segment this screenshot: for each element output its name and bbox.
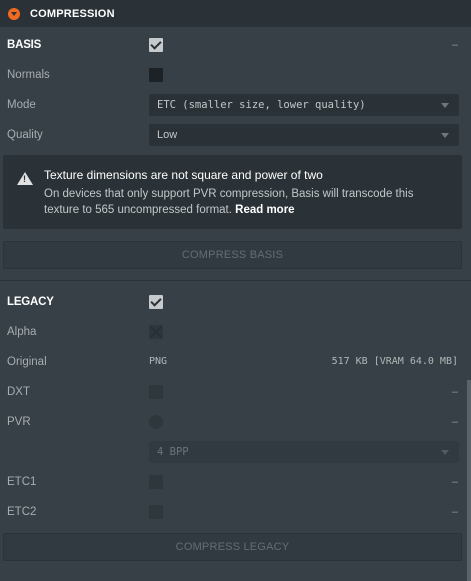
pvr-bpp-row: 4 BPP	[0, 437, 464, 467]
quality-label: Quality	[7, 129, 43, 141]
original-size: 517 KB [VRAM 64.0 MB]	[331, 356, 458, 367]
dxt-row: DXT –	[0, 377, 464, 407]
etc1-value: –	[451, 476, 458, 488]
quality-value: Low	[157, 129, 178, 141]
warning-icon	[17, 172, 33, 185]
pvr-value: –	[451, 416, 458, 428]
texture-warning: Texture dimensions are not square and po…	[3, 155, 462, 229]
alpha-label: Alpha	[7, 326, 37, 338]
quality-select[interactable]: Low	[149, 124, 459, 146]
basis-collapse-dash[interactable]: –	[452, 30, 458, 60]
pvr-row: PVR –	[0, 407, 464, 437]
dxt-value: –	[451, 386, 458, 398]
legacy-label: LEGACY	[7, 296, 54, 308]
compress-legacy-button[interactable]: COMPRESS LEGACY	[3, 533, 462, 561]
section-divider	[0, 280, 471, 281]
read-more-link[interactable]: Read more	[235, 204, 294, 216]
compress-basis-button[interactable]: COMPRESS BASIS	[3, 241, 462, 269]
alpha-row: Alpha	[0, 317, 464, 347]
original-label: Original	[7, 356, 47, 368]
normals-checkbox[interactable]	[149, 68, 163, 82]
legacy-checkbox[interactable]	[149, 295, 163, 309]
mode-row: Mode ETC (smaller size, lower quality)	[0, 90, 464, 120]
compression-header[interactable]: COMPRESSION	[0, 0, 471, 27]
normals-row: Normals	[0, 60, 464, 90]
etc2-label: ETC2	[7, 506, 37, 518]
pvr-label: PVR	[7, 416, 31, 428]
etc2-row: ETC2 –	[0, 497, 464, 527]
basis-row: BASIS –	[0, 30, 464, 60]
panel-title: COMPRESSION	[30, 7, 115, 20]
alpha-checkbox[interactable]	[149, 325, 163, 339]
mode-value: ETC (smaller size, lower quality)	[157, 99, 366, 111]
chevron-down-icon	[441, 450, 449, 455]
etc1-label: ETC1	[7, 476, 37, 488]
dxt-checkbox[interactable]	[149, 385, 163, 399]
original-row: Original PNG 517 KB [VRAM 64.0 MB]	[0, 347, 464, 377]
chevron-down-icon	[441, 133, 449, 138]
mode-select[interactable]: ETC (smaller size, lower quality)	[149, 94, 459, 116]
warning-text: On devices that only support PVR compres…	[44, 188, 414, 216]
pvr-bpp-select[interactable]: 4 BPP	[149, 441, 459, 463]
mode-label: Mode	[7, 99, 36, 111]
etc2-checkbox[interactable]	[149, 505, 163, 519]
warning-title: Texture dimensions are not square and po…	[44, 168, 323, 182]
etc2-value: –	[451, 506, 458, 518]
warning-body: On devices that only support PVR compres…	[44, 186, 444, 218]
scrollbar[interactable]	[467, 380, 471, 581]
basis-label: BASIS	[7, 39, 42, 51]
legacy-row: LEGACY	[0, 287, 464, 317]
normals-label: Normals	[7, 69, 50, 81]
etc1-checkbox[interactable]	[149, 475, 163, 489]
chevron-down-icon	[441, 103, 449, 108]
pvr-checkbox[interactable]	[149, 415, 163, 429]
quality-row: Quality Low	[0, 120, 464, 150]
pvr-bpp-value: 4 BPP	[157, 446, 189, 458]
original-format: PNG	[149, 356, 168, 367]
etc1-row: ETC1 –	[0, 467, 464, 497]
basis-checkbox[interactable]	[149, 38, 163, 52]
collapse-arrow-icon[interactable]	[8, 7, 20, 20]
dxt-label: DXT	[7, 386, 30, 398]
